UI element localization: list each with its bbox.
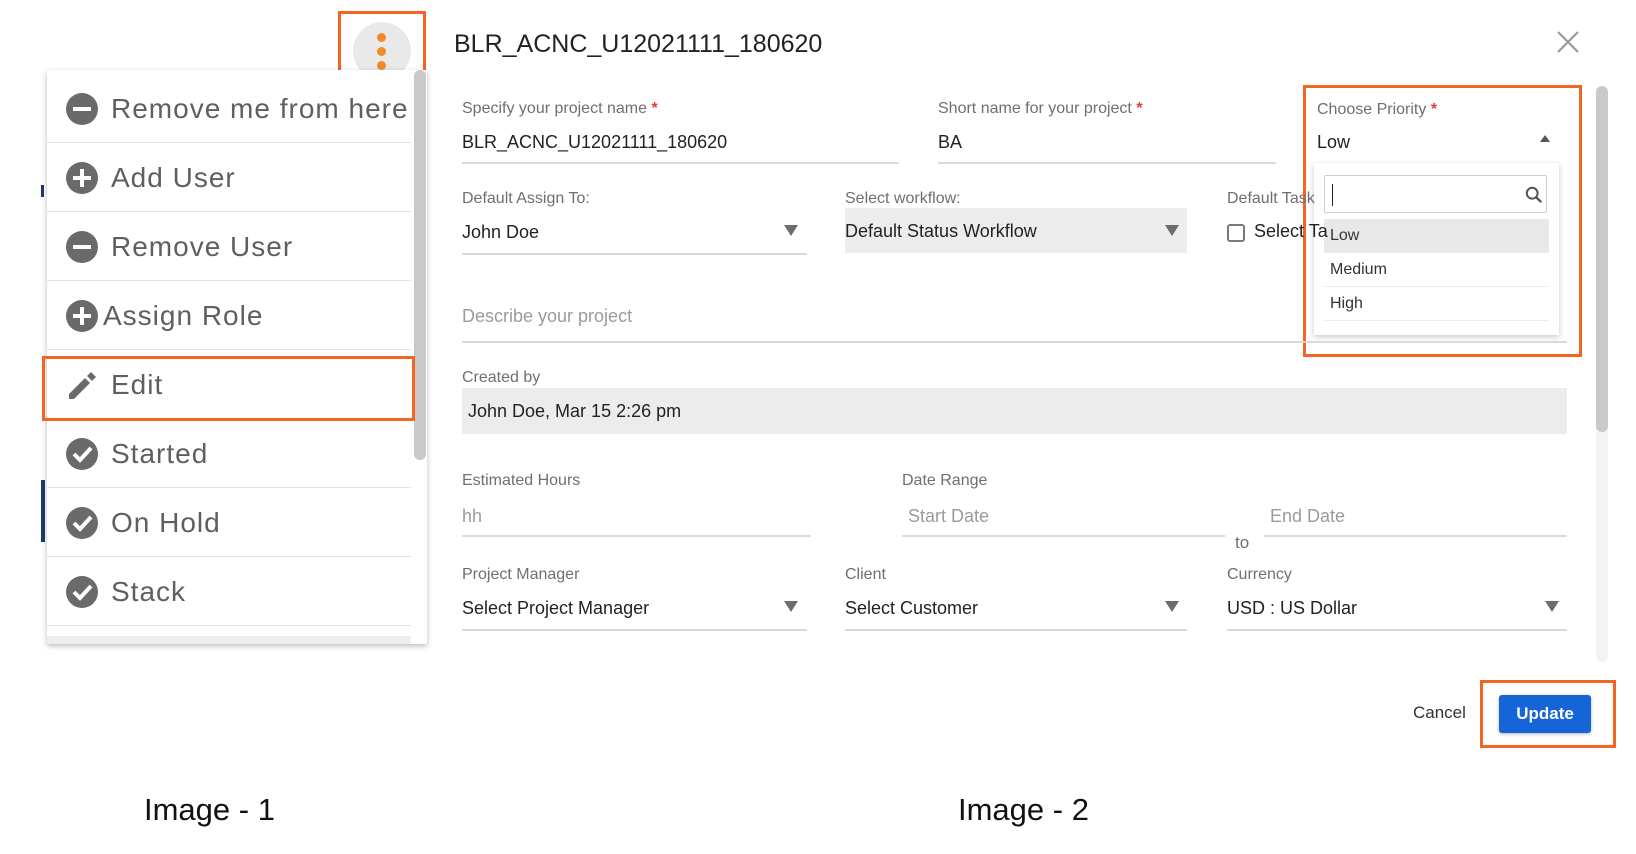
menu-bottom-edge [47,636,411,644]
required-star: * [1136,100,1143,117]
priority-select[interactable]: Low [1317,132,1350,153]
dropdown-arrow-icon[interactable] [1165,225,1179,236]
pencil-icon [69,372,96,399]
client-label: Client [845,566,886,583]
workflow-label: Select workflow: [845,190,961,207]
project-manager-underline [462,629,807,631]
currency-select[interactable]: USD : US Dollar [1227,598,1357,619]
menu-item-remove-me[interactable]: Remove me from here [47,75,411,143]
close-icon[interactable] [1554,28,1582,56]
check-circle-icon [66,576,98,608]
date-range-label: Date Range [902,472,988,489]
menu-item-on-hold[interactable]: On Hold [47,489,411,557]
menu-item-add-user[interactable]: Add User [47,144,411,212]
dropdown-arrow-icon[interactable] [1545,601,1559,612]
estimated-hours-underline [462,535,811,537]
client-select[interactable]: Select Customer [845,598,978,619]
created-by-value: John Doe, Mar 15 2:26 pm [468,401,682,421]
priority-option-high[interactable]: High [1324,287,1549,321]
chevron-up-icon[interactable] [1540,135,1550,142]
short-name-underline [938,162,1276,164]
date-range-separator: to [1235,533,1250,552]
short-name-label: Short name for your project * [938,100,1143,117]
menu-item-label: Remove me from here [111,93,409,124]
start-date-input[interactable]: Start Date [908,506,989,527]
menu-item-label: Stack [111,576,187,607]
menu-item-label: Edit [111,369,164,400]
description-underline [462,341,1567,343]
dropdown-arrow-icon[interactable] [1165,601,1179,612]
estimated-hours-input[interactable]: hh [462,506,482,527]
assign-to-select[interactable]: John Doe [462,222,539,243]
cancel-button[interactable]: Cancel [1413,703,1466,723]
text-caret [1332,184,1333,206]
currency-label: Currency [1227,566,1292,583]
assign-to-label: Default Assign To: [462,190,590,207]
priority-option-low[interactable]: Low [1324,219,1549,253]
created-by-label: Created by [462,369,541,386]
assign-to-underline [462,253,807,255]
default-task-checkbox[interactable] [1227,224,1245,242]
priority-search-input[interactable] [1324,175,1547,213]
default-task-checkbox-label: Select Ta [1254,221,1328,241]
menu-item-remove-user[interactable]: Remove User [47,213,411,281]
project-manager-select[interactable]: Select Project Manager [462,598,649,619]
project-name-label: Specify your project name * [462,100,658,117]
kebab-dot [377,61,386,70]
menu-item-label: Started [111,438,209,469]
estimated-hours-label: Estimated Hours [462,472,581,489]
minus-circle-icon [66,231,98,263]
menu-item-label: Add User [111,162,236,193]
priority-option-medium[interactable]: Medium [1324,253,1549,287]
priority-dropdown-panel: Low Medium High [1314,163,1559,335]
caption-image-1: Image - 1 [144,792,275,827]
update-button[interactable]: Update [1499,695,1591,733]
project-manager-label: Project Manager [462,566,580,583]
menu-scrollbar[interactable] [414,70,426,460]
menu-item-stack[interactable]: Stack [47,558,411,626]
caption-image-2: Image - 2 [958,792,1089,827]
workflow-select[interactable]: Default Status Workflow [845,221,1037,242]
start-date-underline [902,535,1225,537]
client-underline [845,629,1187,631]
short-name-input[interactable]: BA [938,132,962,153]
menu-item-started[interactable]: Started [47,420,411,488]
required-star: * [651,100,658,117]
background-edge-mark [41,480,45,542]
description-input[interactable]: Describe your project [462,306,632,327]
check-circle-icon [66,438,98,470]
default-task-label: Default Task [1227,190,1315,207]
minus-circle-icon [66,93,98,125]
menu-item-label: Assign Role [103,300,264,331]
check-circle-icon [66,507,98,539]
priority-label: Choose Priority * [1317,101,1438,118]
project-name-input[interactable]: BLR_ACNC_U12021111_180620 [462,132,727,153]
kebab-dot [377,47,386,56]
kebab-dot [377,33,386,42]
search-icon [1525,186,1543,204]
context-menu: Remove me from here Add User Remove User… [47,70,427,644]
required-star: * [1430,101,1438,118]
plus-circle-icon [66,162,98,194]
dropdown-arrow-icon[interactable] [784,225,798,236]
dialog-scrollbar[interactable] [1596,86,1608,432]
menu-item-label: On Hold [111,507,221,538]
dialog-title: BLR_ACNC_U12021111_180620 [454,30,823,58]
end-date-input[interactable]: End Date [1270,506,1345,527]
menu-item-label: Remove User [111,231,294,262]
project-name-underline [462,162,899,164]
dropdown-arrow-icon[interactable] [784,601,798,612]
menu-item-edit[interactable]: Edit [47,351,411,419]
plus-circle-icon [66,300,98,332]
background-edge-mark [41,185,44,197]
menu-item-assign-role[interactable]: Assign Role [47,282,411,350]
currency-underline [1227,629,1567,631]
end-date-underline [1264,535,1567,537]
